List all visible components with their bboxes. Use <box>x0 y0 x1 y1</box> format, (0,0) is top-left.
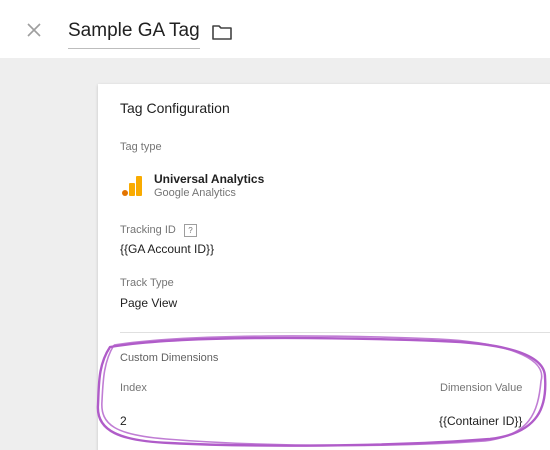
tag-type-name: Universal Analytics <box>154 172 265 186</box>
close-button[interactable] <box>22 18 46 42</box>
help-icon[interactable]: ? <box>184 224 197 237</box>
tag-configuration-card[interactable]: Tag Configuration Tag type Universal Ana… <box>98 84 550 450</box>
track-type-label: Track Type <box>120 277 174 289</box>
folder-button[interactable] <box>211 22 233 42</box>
section-divider <box>120 332 550 333</box>
tag-type-label: Tag type <box>120 141 162 153</box>
tracking-id-label: Tracking ID <box>120 224 176 236</box>
dimension-row-value: {{Container ID}} <box>439 414 523 428</box>
close-icon <box>27 23 41 37</box>
column-header-dimension-value: Dimension Value <box>440 382 523 394</box>
tag-editor: Sample GA Tag Tag Configuration Tag type… <box>0 0 550 450</box>
tag-name-title: Sample GA Tag <box>68 20 200 41</box>
folder-icon <box>212 25 232 40</box>
tag-name-field[interactable]: Sample GA Tag <box>68 20 200 49</box>
dimension-row-index: 2 <box>120 414 127 428</box>
custom-dimensions-label: Custom Dimensions <box>120 352 219 364</box>
google-analytics-logo-icon <box>122 176 142 196</box>
editor-header: Sample GA Tag <box>0 0 550 58</box>
column-header-index: Index <box>120 382 147 394</box>
tracking-id-value: {{GA Account ID}} <box>120 242 215 256</box>
track-type-value: Page View <box>120 296 178 310</box>
tag-type-vendor: Google Analytics <box>154 187 236 199</box>
card-title: Tag Configuration <box>120 100 230 116</box>
